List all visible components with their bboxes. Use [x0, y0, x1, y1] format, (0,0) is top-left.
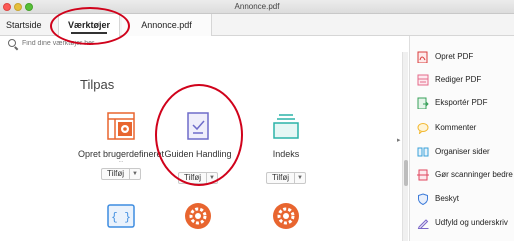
panel-item-create-pdf[interactable]: Opret PDF: [410, 48, 514, 66]
tab-document[interactable]: Annonce.pdf: [122, 14, 212, 36]
panel-item-enhance-scans[interactable]: Gør scanninger bedre: [410, 166, 514, 184]
fill-sign-icon: [417, 219, 429, 229]
panel-item-export-pdf[interactable]: Eksportér PDF: [410, 94, 514, 112]
protect-icon: [418, 193, 428, 205]
create-pdf-icon: [417, 51, 428, 63]
javascript-icon: { }: [107, 202, 135, 230]
search-icon: [8, 39, 16, 47]
svg-text:{ }: { }: [111, 212, 131, 224]
callout-oval-action-wizard: [155, 84, 243, 186]
tool-orange-gear-2[interactable]: [241, 202, 331, 230]
enhance-scans-icon: [417, 169, 429, 181]
tool-index[interactable]: Indeks Tilføj ▼: [241, 112, 331, 184]
panel-item-edit-pdf[interactable]: Rediger PDF: [410, 71, 514, 89]
scrollbar-thumb[interactable]: [404, 160, 408, 186]
add-tool-button[interactable]: Tilføj ▼: [100, 168, 142, 180]
gear-orange-icon: [272, 202, 300, 230]
chevron-down-icon[interactable]: ▼: [294, 173, 305, 183]
gear-orange-icon: [184, 202, 212, 230]
chevron-down-icon[interactable]: ▼: [129, 169, 140, 179]
add-tool-button[interactable]: Tilføj ▼: [265, 172, 307, 184]
scrollbar[interactable]: [402, 52, 408, 241]
comment-icon: [417, 123, 429, 134]
organize-pages-icon: [417, 147, 429, 157]
panel-item-organize-pages[interactable]: Organiser sider: [410, 143, 514, 161]
tool-label: Indeks: [272, 149, 300, 159]
right-tools-panel: Opret PDF Rediger PDF Eksportér PDF Komm…: [409, 36, 514, 241]
tool-orange-gear-1[interactable]: [153, 202, 243, 230]
export-pdf-icon: [417, 97, 429, 109]
tab-home[interactable]: Startside: [6, 14, 56, 36]
custom-tool-icon: [107, 112, 135, 140]
edit-pdf-icon: [417, 74, 429, 86]
search-input[interactable]: [22, 37, 222, 50]
index-icon: [272, 112, 300, 140]
panel-item-comment[interactable]: Kommenter: [410, 119, 514, 137]
panel-item-fill-sign[interactable]: Udfyld og underskriv: [410, 214, 514, 232]
section-title: Tilpas: [80, 77, 115, 92]
callout-oval-tools-tab: [50, 7, 130, 45]
collapse-panel-icon[interactable]: ▸: [397, 137, 401, 145]
panel-item-protect[interactable]: Beskyt: [410, 190, 514, 208]
